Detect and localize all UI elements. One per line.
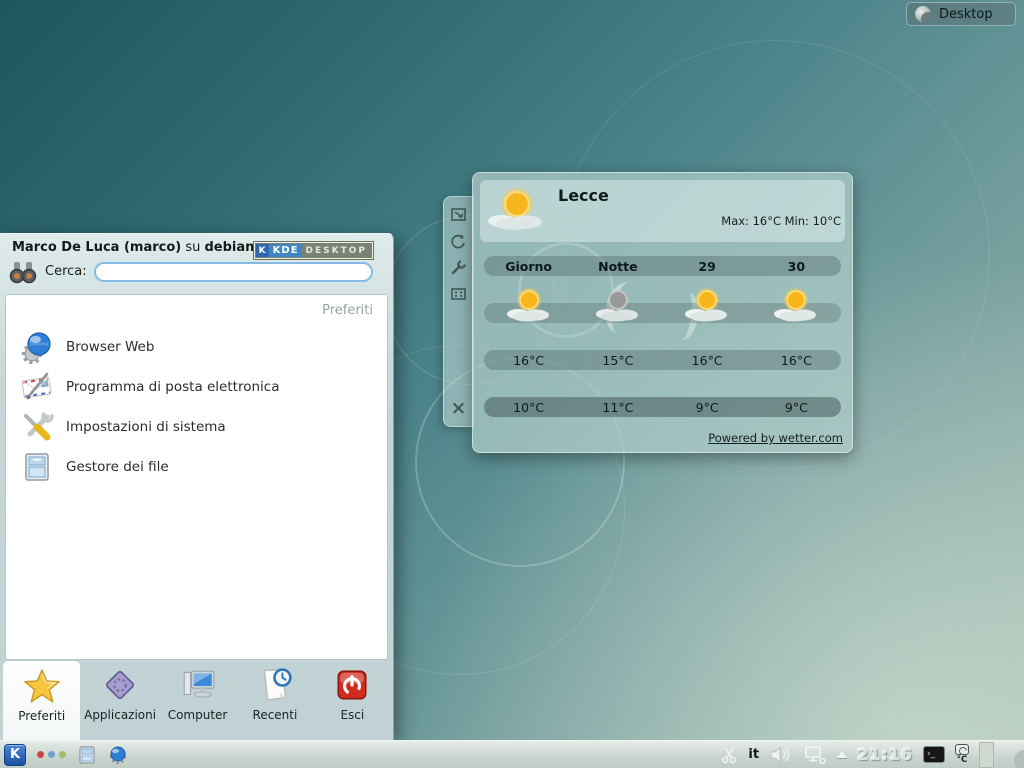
- weather-night-temps-row: 10°C 11°C 9°C 9°C: [484, 397, 841, 417]
- section-label: Preferiti: [322, 303, 373, 318]
- desktop: Desktop × Lecce: [0, 0, 1024, 768]
- plasma-widget-handle[interactable]: ×: [443, 196, 474, 427]
- tab-label: Computer: [168, 708, 228, 722]
- desktop-badge-text: DESKTOP: [302, 246, 371, 256]
- plasma-cashew-icon: [915, 6, 931, 22]
- recent-documents-icon: [257, 667, 293, 703]
- applications-icon: [102, 667, 138, 703]
- tab-label: Esci: [340, 708, 364, 722]
- keyboard-layout-indicator[interactable]: it: [748, 747, 759, 762]
- menu-item-browser-web[interactable]: Browser Web: [14, 327, 379, 367]
- sun-cloud-icon: [503, 285, 555, 325]
- kde-badge-text: KDE: [270, 244, 302, 257]
- weather-columns-row: Giorno Notte 29 30: [484, 256, 841, 276]
- tab-esci[interactable]: Esci: [314, 660, 391, 740]
- night-temp: 10°C: [484, 397, 573, 417]
- volume-icon[interactable]: [769, 746, 793, 764]
- menu-item-mail-client[interactable]: Programma di posta elettronica: [14, 367, 379, 407]
- kickoff-search-row: Cerca:: [0, 255, 393, 285]
- weather-unit-label: °C: [957, 756, 968, 765]
- sun-cloud-icon: [681, 285, 733, 325]
- menu-item-label: Gestore dei file: [66, 459, 169, 475]
- close-icon[interactable]: ×: [449, 400, 468, 417]
- day-temp: 15°C: [573, 350, 662, 370]
- menu-item-file-manager[interactable]: Gestore dei file: [14, 447, 379, 487]
- menu-item-label: Programma di posta elettronica: [66, 379, 279, 395]
- weather-column-label: 29: [663, 256, 752, 276]
- search-input[interactable]: [94, 262, 373, 282]
- system-tray: it 21:16 ›_ °C: [720, 740, 1024, 768]
- weather-current-icon sun-cloud-icon: [484, 184, 548, 234]
- tab-label: Recenti: [253, 708, 298, 722]
- night-temp: 9°C: [663, 397, 752, 417]
- user-host-separator: su: [181, 240, 204, 255]
- day-temp: 16°C: [663, 350, 752, 370]
- menu-item-system-settings[interactable]: Impostazioni di sistema: [14, 407, 379, 447]
- weather-day-temps-row: 16°C 15°C 16°C 16°C: [484, 350, 841, 370]
- mail-client-icon: [20, 370, 54, 404]
- green-dot-icon: [59, 751, 66, 758]
- tray-expander-icon[interactable]: [837, 751, 847, 758]
- weather-widget: Lecce Max: 16°C Min: 10°C Giorno Notte 2…: [472, 172, 853, 453]
- digital-clock[interactable]: 21:16: [857, 745, 913, 764]
- day-temp: 16°C: [752, 350, 841, 370]
- panel-toolbox-button[interactable]: [1004, 740, 1024, 768]
- file-manager-icon: [20, 450, 54, 484]
- menu-item-label: Browser Web: [66, 339, 154, 355]
- tab-computer[interactable]: Computer: [159, 660, 236, 740]
- kickoff-content-panel: Preferiti Browser Web: [5, 294, 388, 660]
- weather-column-label: Giorno: [484, 256, 573, 276]
- tab-applicazioni[interactable]: Applicazioni: [81, 660, 158, 740]
- night-temp: 11°C: [573, 397, 662, 417]
- host-name: debian: [205, 240, 255, 255]
- weather-column-label: Notte: [573, 256, 662, 276]
- menu-item-label: Impostazioni di sistema: [66, 419, 226, 435]
- terminal-tray-icon[interactable]: ›_: [923, 746, 945, 763]
- night-temp: 9°C: [752, 397, 841, 417]
- weather-icons-row: [484, 303, 841, 323]
- tab-label: Applicazioni: [84, 708, 156, 722]
- kde-desktop-badge: K KDE DESKTOP: [254, 242, 373, 259]
- red-dot-icon: [37, 751, 44, 758]
- web-browser-icon: [20, 330, 54, 364]
- desktop-toolbox-label: Desktop: [939, 7, 993, 22]
- weather-tray-icon[interactable]: °C: [955, 744, 969, 765]
- clipboard-scissors-icon[interactable]: [720, 746, 738, 764]
- sun-cloud-icon: [770, 285, 822, 325]
- weather-max-min: Max: 16°C Min: 10°C: [721, 214, 841, 228]
- power-icon: [334, 667, 370, 703]
- kickoff-tab-bar: Preferiti Applicazioni Computer: [2, 660, 391, 740]
- desktop-toolbox-button[interactable]: Desktop: [906, 2, 1016, 26]
- computer-icon: [180, 667, 216, 703]
- search-label: Cerca:: [45, 264, 87, 279]
- kickoff-menu: Marco De Luca (marco) su debian K KDE DE…: [0, 233, 394, 740]
- network-icon[interactable]: [803, 745, 827, 765]
- web-browser-launcher-icon[interactable]: [108, 745, 128, 765]
- gauge-icon: [955, 744, 969, 755]
- panel-widget-strip[interactable]: [979, 742, 994, 768]
- activity-dots-icon[interactable]: [37, 751, 66, 758]
- rotate-icon[interactable]: [450, 233, 467, 250]
- user-name: Marco De Luca (marco): [12, 240, 181, 255]
- tab-label: Preferiti: [18, 709, 65, 723]
- tab-recenti[interactable]: Recenti: [236, 660, 313, 740]
- blue-dot-icon: [48, 751, 55, 758]
- weather-city: Lecce: [558, 186, 609, 205]
- day-temp: 16°C: [484, 350, 573, 370]
- weather-column-label: 30: [752, 256, 841, 276]
- weather-credit-link[interactable]: Powered by wetter.com: [708, 431, 843, 445]
- moon-cloud-icon: [592, 285, 644, 325]
- star-icon: [24, 668, 60, 704]
- application-launcher-button[interactable]: K: [4, 744, 26, 766]
- grid-icon[interactable]: [450, 285, 467, 302]
- resize-icon[interactable]: [450, 206, 467, 223]
- search-binoculars-icon: [8, 259, 38, 285]
- configure-icon[interactable]: [450, 259, 467, 276]
- tab-preferiti[interactable]: Preferiti: [2, 660, 81, 740]
- bottom-panel: K it: [0, 740, 1024, 768]
- system-settings-icon: [20, 410, 54, 444]
- file-manager-launcher-icon[interactable]: [77, 745, 97, 765]
- kde-logo-icon: K: [256, 244, 269, 257]
